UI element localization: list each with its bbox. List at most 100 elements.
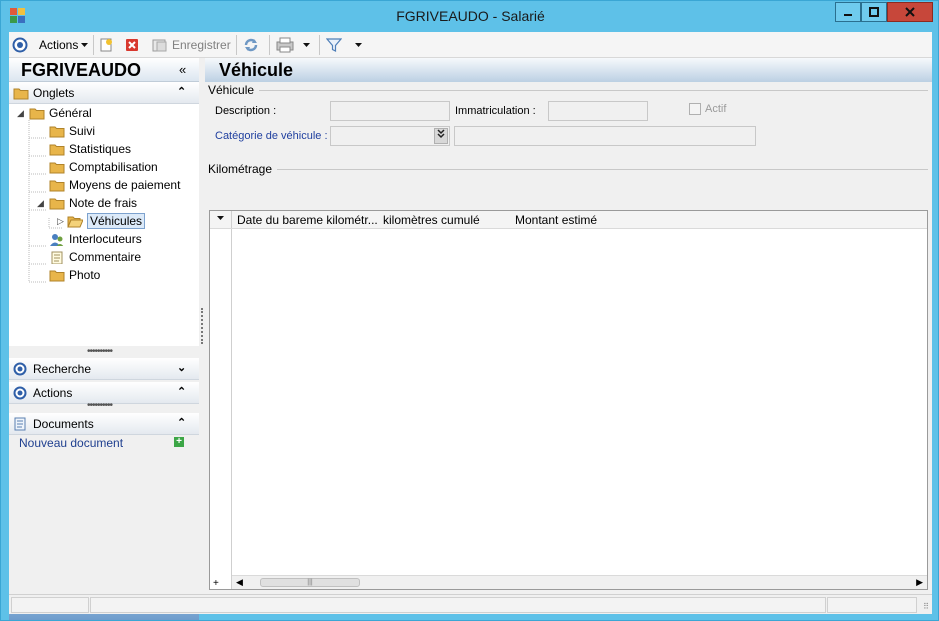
folder-icon — [49, 180, 65, 191]
section-onglets-label: Onglets — [33, 86, 75, 100]
status-cell — [827, 597, 917, 613]
mileage-grid[interactable]: Date du bareme kilométr... kilomètres cu… — [209, 210, 928, 590]
group-vehicle-label: Véhicule — [208, 83, 255, 97]
print-button[interactable] — [276, 35, 311, 55]
circle-nav-icon — [12, 37, 28, 53]
client-area: Actions Enregistrer FGRIVEAUDO « Onglets… — [9, 32, 932, 620]
save-icon — [152, 39, 167, 52]
dropdown-button[interactable] — [434, 128, 448, 144]
folder-icon — [49, 126, 65, 137]
toolbar-separator — [236, 35, 237, 55]
printer-icon — [276, 37, 294, 53]
expand-vehicules-icon[interactable]: ▷ — [57, 216, 64, 227]
tree-item-label: Suivi — [69, 124, 96, 138]
maximize-button[interactable] — [861, 2, 887, 22]
tree-item-label: Commentaire — [69, 250, 142, 264]
horizontal-scrollbar[interactable]: ◀ ||| ▶ — [232, 575, 927, 589]
delete-button[interactable] — [125, 35, 139, 55]
description-field[interactable] — [330, 101, 450, 121]
chevron-up-double-icon[interactable]: ⌃ — [177, 416, 186, 429]
collapse-pane-icon[interactable]: « — [179, 62, 186, 77]
tree-item-note-frais[interactable]: Note de frais — [49, 194, 137, 212]
expand-general-icon[interactable]: ◢ — [17, 108, 24, 119]
registration-field[interactable] — [548, 101, 648, 121]
column-header-amount[interactable]: Montant estimé — [515, 213, 597, 227]
minimize-button[interactable] — [835, 2, 861, 22]
chevron-down-double-icon[interactable]: ⌄ — [177, 361, 186, 374]
chevron-up-double-icon[interactable]: ⌃ — [177, 385, 186, 398]
circle-nav-icon — [13, 386, 27, 400]
actions-menu-button[interactable]: Actions — [39, 35, 89, 55]
scroll-left-icon[interactable]: ◀ — [236, 577, 243, 588]
grid-column-chooser[interactable] — [210, 211, 232, 228]
section-documents-label: Documents — [33, 417, 94, 431]
chevron-down-icon — [303, 43, 310, 47]
save-button[interactable]: Enregistrer — [152, 35, 231, 55]
splitter-grip[interactable]: •••••••••• — [87, 346, 113, 357]
category-description-field[interactable] — [454, 126, 756, 146]
navigation-button[interactable] — [12, 35, 28, 55]
registration-label: Immatriculation : — [455, 105, 536, 117]
folder-icon — [49, 270, 65, 281]
splitter-grip[interactable]: •••••••••• — [87, 400, 113, 411]
section-onglets[interactable]: Onglets ⌃ — [9, 82, 199, 104]
new-button[interactable] — [99, 35, 113, 55]
delete-icon — [126, 39, 138, 51]
category-select[interactable] — [330, 126, 450, 146]
resize-grip-icon[interactable]: ⠿ — [923, 602, 929, 611]
tree-item-comptabilisation[interactable]: Comptabilisation — [49, 158, 158, 176]
filter-button[interactable] — [326, 35, 363, 55]
group-mileage-label: Kilométrage — [208, 162, 273, 176]
scroll-right-icon[interactable]: ▶ — [916, 577, 923, 588]
column-header-km[interactable]: kilomètres cumulé — [383, 213, 480, 227]
grid-header: Date du bareme kilométr... kilomètres cu… — [210, 211, 927, 229]
filter-icon — [326, 38, 342, 52]
main-panel: Véhicule Véhicule Description : Immatric… — [205, 58, 932, 594]
column-header-date[interactable]: Date du bareme kilométr... — [237, 213, 378, 227]
group-divider — [277, 169, 928, 170]
active-checkbox[interactable] — [689, 103, 701, 115]
tree-item-general[interactable]: Général — [29, 104, 92, 122]
main-header: Véhicule — [205, 58, 932, 82]
new-document-link[interactable]: Nouveau document — [19, 436, 123, 450]
refresh-button[interactable] — [243, 35, 259, 55]
circle-nav-icon — [13, 362, 27, 376]
folder-icon — [49, 144, 65, 155]
tree-item-statistiques[interactable]: Statistiques — [49, 140, 131, 158]
tree-item-commentaire[interactable]: Commentaire — [49, 248, 141, 266]
record-name: FGRIVEAUDO — [21, 60, 142, 80]
folder-icon — [13, 88, 29, 100]
category-label[interactable]: Catégorie de véhicule : — [215, 130, 328, 142]
tree-item-suivi[interactable]: Suivi — [49, 122, 95, 140]
group-divider — [259, 90, 928, 91]
tree-item-vehicules[interactable]: Véhicules — [67, 212, 146, 230]
tree-item-photo[interactable]: Photo — [49, 266, 100, 284]
maximize-icon — [869, 7, 879, 17]
folder-icon — [29, 108, 45, 119]
record-header: FGRIVEAUDO « — [9, 58, 199, 82]
contacts-icon — [50, 233, 64, 246]
close-button[interactable] — [887, 2, 933, 22]
add-document-icon[interactable]: + — [174, 437, 184, 447]
chevron-down-icon — [355, 43, 362, 47]
expand-note-frais-icon[interactable]: ◢ — [37, 198, 44, 209]
open-folder-icon — [67, 216, 83, 227]
tabs-tree: ◢ Général Suivi Statistiques Comptabilis… — [9, 104, 199, 346]
scroll-thumb[interactable]: ||| — [260, 578, 360, 587]
new-document-icon — [100, 38, 112, 52]
section-recherche[interactable]: Recherche ⌄ — [9, 358, 199, 380]
refresh-icon — [244, 38, 258, 52]
pane-splitter[interactable] — [201, 308, 203, 344]
tree-item-label: Interlocuteurs — [69, 232, 142, 246]
folder-icon — [49, 198, 65, 209]
tree-item-label: Comptabilisation — [69, 160, 158, 174]
section-documents[interactable]: Documents ⌃ — [9, 413, 199, 435]
tree-item-label: Véhicules — [87, 213, 146, 229]
tree-item-interlocuteurs[interactable]: Interlocuteurs — [49, 230, 142, 248]
status-cell — [11, 597, 89, 613]
tree-item-moyens-paiement[interactable]: Moyens de paiement — [49, 176, 180, 194]
grid-add-row-icon[interactable]: + — [213, 578, 219, 589]
chevron-up-double-icon[interactable]: ⌃ — [177, 85, 186, 98]
toolbar: Actions Enregistrer — [9, 32, 932, 58]
title-bar[interactable]: FGRIVEAUDO - Salarié — [1, 1, 939, 31]
